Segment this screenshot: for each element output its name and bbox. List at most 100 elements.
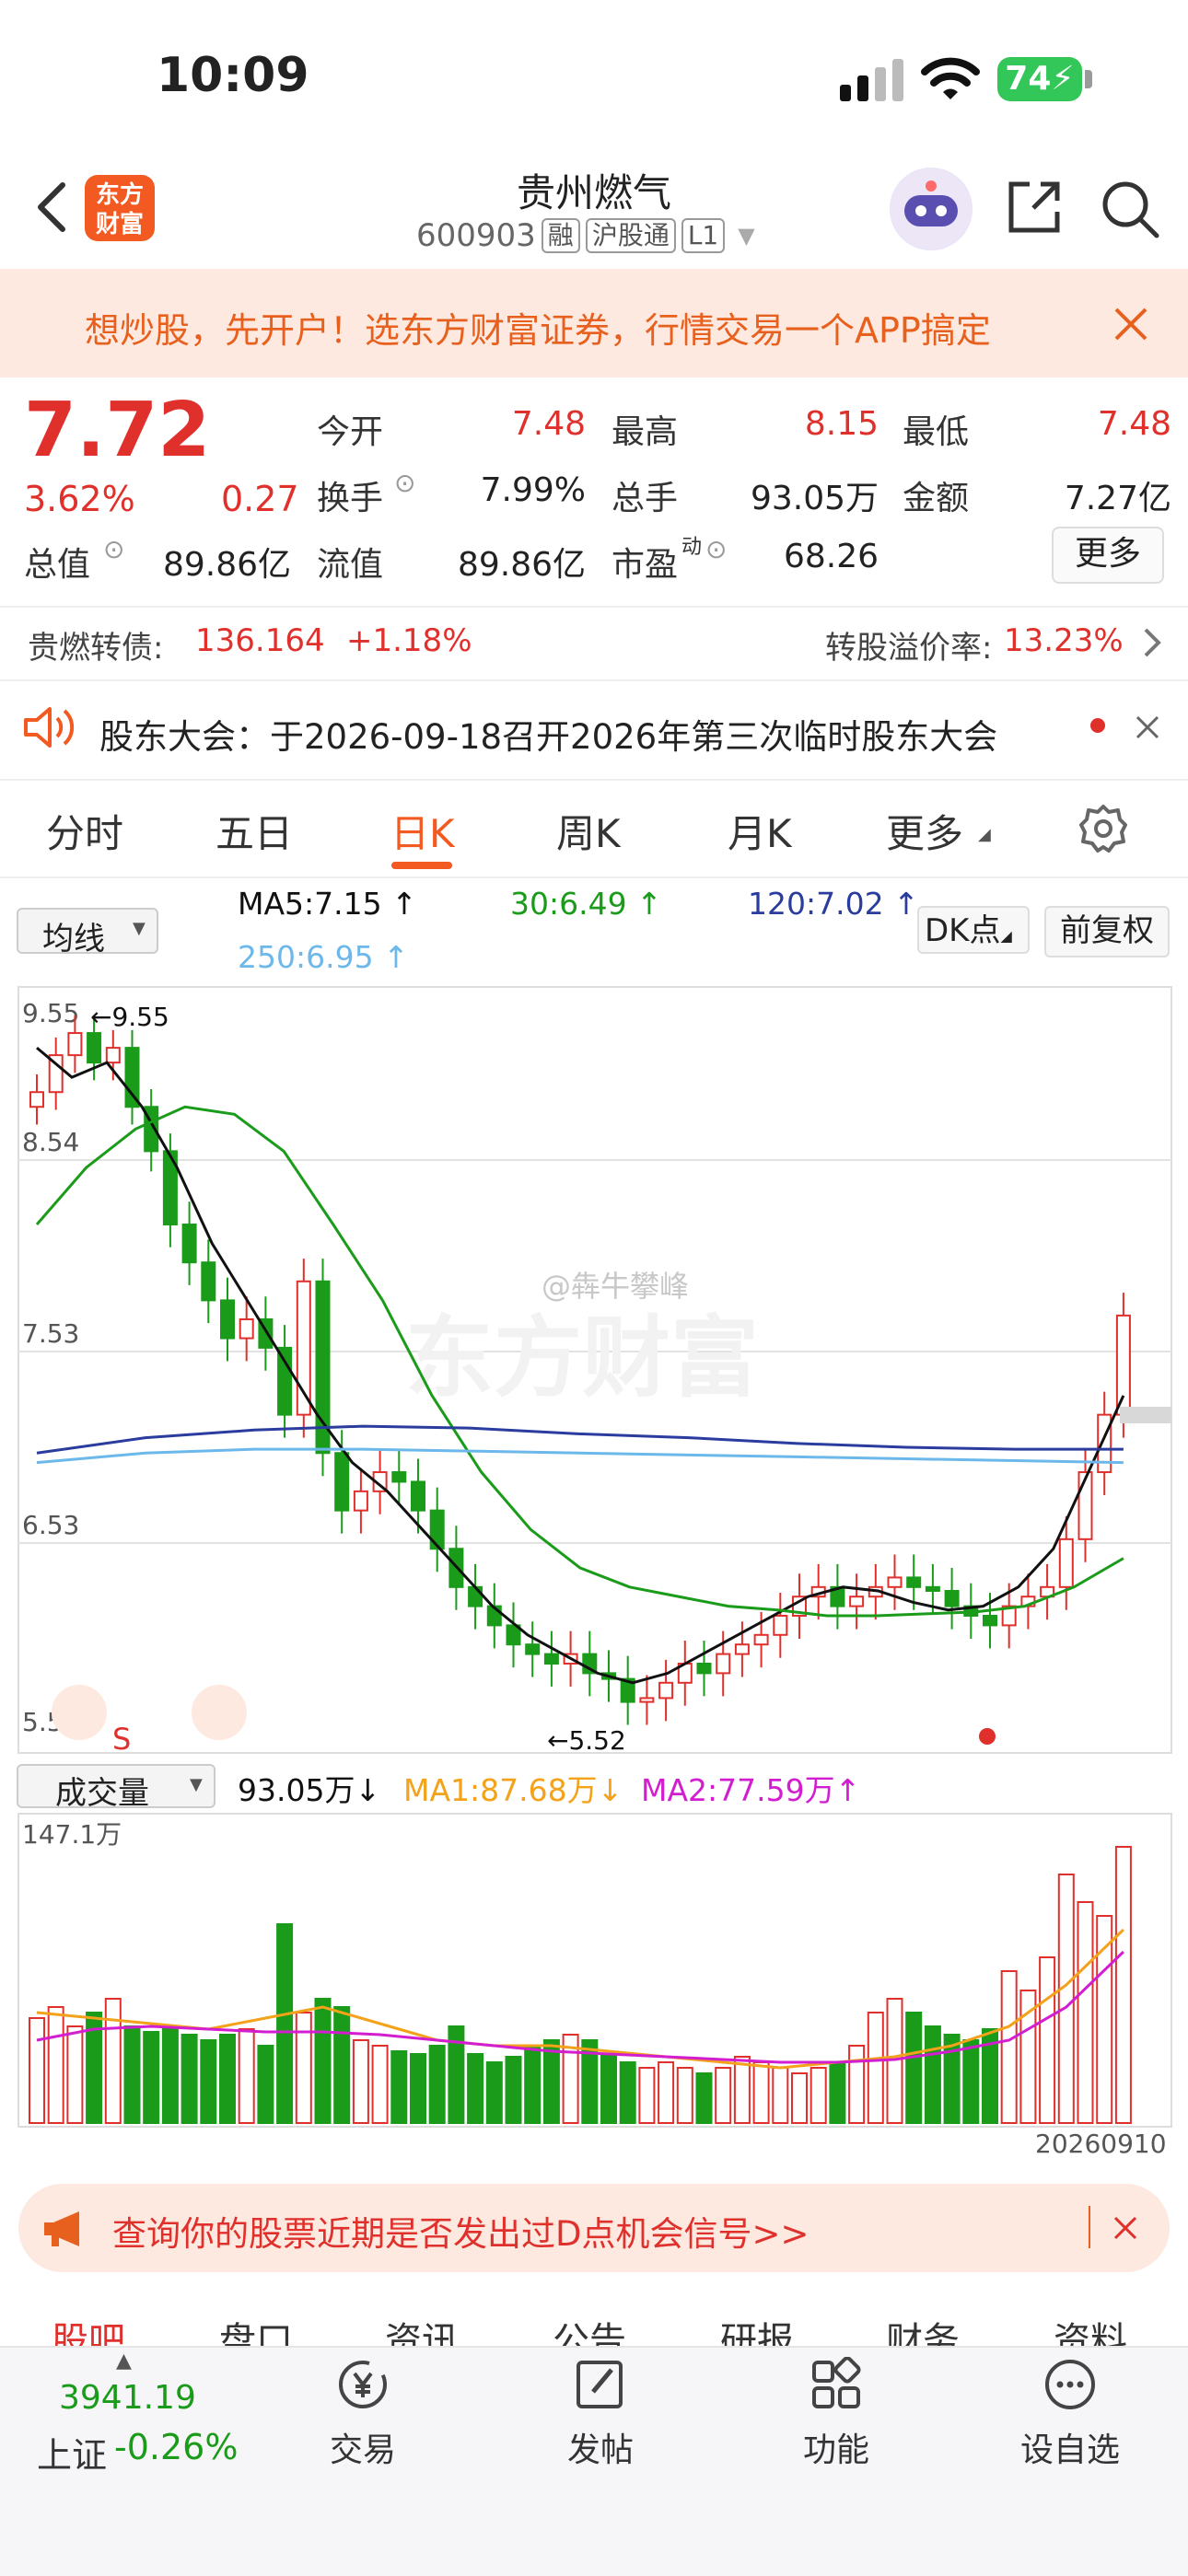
volume-value: 93.05万	[750, 480, 879, 517]
vol-ma2: MA2:77.59万↑	[641, 1772, 861, 1808]
volume-bar	[791, 2072, 808, 2124]
volume-bar	[371, 2045, 389, 2124]
function-grid-icon[interactable]	[809, 2357, 864, 2412]
kline-chart[interactable]: 9.558.547.536.535.52东方财富@犇牛攀峰←9.55←5.52S	[0, 983, 1188, 1757]
index-change[interactable]: -0.26%	[114, 2427, 238, 2467]
volume-bar	[200, 2039, 217, 2124]
volume-bar	[410, 2053, 426, 2124]
search-icon[interactable]	[1100, 179, 1160, 239]
candle-body	[468, 1585, 483, 1607]
ma5-text: MA5:7.15	[238, 886, 382, 922]
bond-price[interactable]: 136.164	[195, 622, 325, 659]
dk-point-label: DK点	[925, 912, 1001, 949]
volume-bar	[505, 2056, 522, 2124]
ma250-line	[36, 1447, 1124, 1465]
ma-selector-label: 均线	[42, 921, 105, 957]
candle-body	[334, 1452, 350, 1512]
volume-bar	[1114, 1846, 1132, 2124]
expand-up-icon[interactable]: ▲	[116, 2350, 132, 2373]
tab-five-day[interactable]: 五日	[215, 803, 293, 859]
pe-value: 68.26	[783, 538, 879, 575]
chevron-right-icon[interactable]	[1142, 626, 1164, 659]
assistant-avatar-icon[interactable]	[890, 168, 973, 250]
stock-code-line[interactable]: 600903 融 沪股通 L1 ▼	[416, 217, 755, 254]
tab-intraday[interactable]: 分时	[46, 803, 123, 859]
chevron-down-icon: ▼	[190, 1775, 203, 1794]
close-icon[interactable]	[1111, 304, 1151, 344]
notice-text[interactable]: 股东大会：于2026-09-18召开2026年第三次临时股东大会	[99, 709, 997, 759]
turnover-label: 换手	[317, 480, 384, 517]
volume-bar	[1039, 1956, 1056, 2124]
ma250-text: 250:6.95	[238, 939, 374, 975]
add-watchlist-label[interactable]: 设自选	[978, 2423, 1162, 2471]
unread-dot	[1090, 718, 1105, 733]
indicator-selector[interactable]: 成交量 ▼	[17, 1764, 215, 1812]
triangle-down-icon: ◢	[1000, 927, 1012, 945]
tab-daily-k[interactable]: 日K	[390, 803, 455, 859]
vol-ma1-text: MA1:87.68万	[403, 1772, 598, 1808]
tag-level: L1	[681, 218, 726, 253]
d-point-notice-text[interactable]: 查询你的股票近期是否发出过D点机会信号>>	[112, 2206, 809, 2256]
index-name[interactable]: 上证	[37, 2427, 107, 2477]
tab-weekly-k[interactable]: 周K	[556, 803, 621, 859]
volume-label: 总手	[611, 480, 679, 517]
low-value: 7.48	[1097, 405, 1171, 443]
trade-yen-icon[interactable]	[335, 2357, 390, 2412]
candle-body	[525, 1643, 541, 1655]
trade-label[interactable]: 交易	[271, 2423, 455, 2471]
float-label: 流值	[317, 546, 384, 584]
ma120-text: 120:7.02	[748, 886, 884, 922]
adjust-button[interactable]: 前复权	[1044, 906, 1170, 957]
tab-more[interactable]: 更多	[886, 803, 963, 859]
battery-level: 74	[1005, 60, 1052, 98]
volume-bar	[695, 2072, 713, 2124]
volume-max-label: 147.1万	[22, 1819, 122, 1850]
candle-body	[696, 1662, 712, 1675]
current-price: 7.72	[24, 387, 211, 474]
volume-bar	[161, 2025, 179, 2124]
volume-bar	[638, 2067, 656, 2124]
volume-bar	[314, 1998, 332, 2124]
close-icon[interactable]	[1112, 2215, 1138, 2241]
post-edit-icon[interactable]	[573, 2357, 628, 2412]
divider	[0, 679, 1188, 681]
volume-bar	[752, 2061, 770, 2124]
volume-bar	[619, 2061, 636, 2124]
candle-body	[429, 1509, 445, 1550]
share-icon[interactable]	[1006, 179, 1063, 236]
active-tab-indicator	[391, 862, 452, 869]
ma120-line	[36, 1424, 1124, 1455]
mktcap-value: 89.86亿	[162, 546, 291, 584]
more-button[interactable]: 更多	[1052, 527, 1164, 584]
tag-margin: 融	[541, 218, 580, 253]
info-icon[interactable]: ⊙	[103, 534, 124, 564]
post-label[interactable]: 发帖	[508, 2423, 693, 2471]
index-value[interactable]: 3941.19	[59, 2379, 196, 2417]
indicator-selector-label: 成交量	[55, 1775, 149, 1812]
vol-ma2-text: MA2:77.59万	[641, 1772, 835, 1808]
float-value: 89.86亿	[457, 546, 586, 584]
volume-bar	[962, 2039, 980, 2124]
volume-today: 93.05万↓	[238, 1772, 381, 1808]
volume-chart[interactable]: 147.1万 20260910	[0, 1810, 1188, 2160]
tab-monthly-k[interactable]: 月K	[728, 803, 792, 859]
battery-nub	[1085, 70, 1092, 88]
dk-point-button[interactable]: DK点◢	[917, 906, 1030, 954]
candle-body	[639, 1697, 655, 1703]
ma5-value: MA5:7.15 ↑	[238, 886, 417, 922]
volume-bar	[733, 2056, 751, 2124]
promo-banner-text[interactable]: 想炒股，先开户！选东方财富证券，行情交易一个APP搞定	[85, 302, 1070, 353]
settings-gear-icon[interactable]	[1077, 803, 1129, 854]
info-icon[interactable]: ⊙	[705, 534, 727, 564]
divider	[1089, 2206, 1090, 2248]
volume-bar	[467, 2053, 484, 2124]
function-label[interactable]: 功能	[744, 2423, 928, 2471]
info-icon[interactable]: ⊙	[394, 468, 415, 498]
volume-bar	[123, 2025, 141, 2124]
add-watchlist-icon[interactable]	[1042, 2357, 1098, 2412]
stock-code: 600903	[416, 217, 536, 254]
candle-body	[220, 1299, 235, 1340]
close-icon[interactable]	[1135, 714, 1160, 740]
candle-body	[734, 1643, 750, 1655]
ma-selector[interactable]: 均线 ▼	[17, 908, 158, 957]
